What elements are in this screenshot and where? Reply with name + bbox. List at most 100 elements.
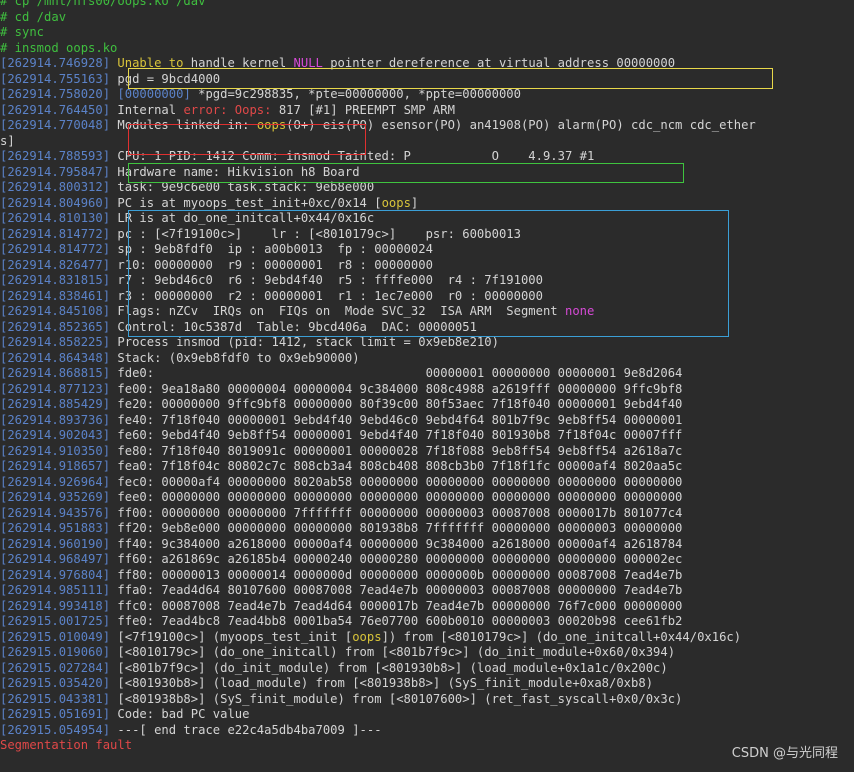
log-text: Hardware name: Hikvision h8 Board: [110, 164, 360, 179]
timestamp: [262914.985111]: [0, 583, 111, 597]
terminal-output[interactable]: # cp /mnt/nfs00/oops.ko /dav # cd /dav # s…: [0, 0, 854, 754]
log-text: error: Oops:: [183, 102, 272, 117]
timestamp: [262914.814772]: [0, 226, 111, 241]
timestamp: [262915.010049]: [0, 629, 111, 644]
log-text: fe40: 7f18f040 00000001 9ebd4f40 9ebd46c…: [110, 412, 683, 427]
terminal-line: [262914.838461] r3 : 00000000 r2 : 00000…: [0, 289, 854, 305]
timestamp: [262914.852365]: [0, 319, 111, 334]
log-text: PC is at myoops_test_init+0xc/0x14 [: [110, 195, 382, 210]
timestamp: [262914.838461]: [0, 288, 111, 303]
timestamp: [262914.893736]: [0, 412, 111, 427]
timestamp: [262914.746928]: [0, 56, 111, 70]
terminal-line: [262915.019060] [<8010179c>] (do_one_ini…: [0, 645, 854, 661]
terminal-line: s]: [0, 134, 854, 150]
timestamp: [262914.960190]: [0, 536, 111, 551]
log-text: # insmod oops.ko: [0, 40, 118, 55]
timestamp: [262914.845108]: [0, 304, 111, 318]
log-text: # sync: [0, 25, 45, 39]
log-text: 817 [#1] PREEMPT SMP ARM: [271, 102, 455, 117]
log-text: handle kernel: [183, 56, 294, 70]
terminal-line: [262914.877123] fe00: 9ea18a80 00000004 …: [0, 382, 854, 398]
terminal-line: [262914.814772] sp : 9eb8fdf0 ip : a00b0…: [0, 242, 854, 258]
terminal-line: [262914.800312] task: 9e9c6e00 task.stac…: [0, 180, 854, 196]
log-text: ffe0: 7ead4bc8 7ead4bb8 0001ba54 76e0770…: [110, 614, 683, 628]
timestamp: [262914.804960]: [0, 195, 111, 210]
timestamp: [262915.054954]: [0, 722, 111, 737]
terminal-line: [262914.764450] Internal error: Oops: 81…: [0, 103, 854, 119]
log-text: LR is at do_one_initcall+0x44/0x16c: [110, 211, 375, 225]
log-text: Unable to: [117, 56, 184, 70]
terminal-line: [262914.918657] fea0: 7f18f04c 80802c7c …: [0, 459, 854, 475]
timestamp: [262915.035420]: [0, 676, 111, 690]
log-text: *pgd=9c298835, *pte=00000000, *ppte=0000…: [190, 87, 521, 101]
log-text: task: 9e9c6e00 task.stack: 9eb8e000: [110, 180, 375, 194]
log-text: ffc0: 00087008 7ead4e7b 7ead4d64 0000017…: [110, 598, 683, 613]
terminal-line: # cd /dav: [0, 10, 854, 26]
log-text: r7 : 9ebd46c0 r6 : 9ebd4f40 r5 : ffffe00…: [110, 273, 543, 287]
terminal-line: [262914.831815] r7 : 9ebd46c0 r6 : 9ebd4…: [0, 273, 854, 289]
log-text: oops: [256, 118, 287, 132]
log-text: Flags: nZCv IRQs on FIQs on Mode SVC_32 …: [110, 304, 565, 318]
timestamp: [262914.788593]: [0, 149, 111, 163]
timestamp: [262914.993418]: [0, 598, 111, 613]
log-text: NULL: [293, 56, 323, 70]
terminal-line: [262914.976804] ff80: 00000013 00000014 …: [0, 568, 854, 584]
timestamp: [262914.764450]: [0, 102, 111, 117]
log-text: fea0: 7f18f04c 80802c7c 808cb3a4 808cb40…: [110, 459, 683, 473]
terminal-line: [262914.910350] fe80: 7f18f040 8019091c …: [0, 444, 854, 460]
terminal-line: Segmentation fault: [0, 738, 854, 754]
timestamp: [262914.885429]: [0, 397, 111, 411]
log-text: ffa0: 7ead4d64 80107600 00087008 7ead4e7…: [110, 583, 683, 597]
log-text: ]: [410, 195, 419, 210]
log-text: CPU: 1 PID: 1412 Comm: insmod Tainted: P…: [110, 149, 595, 163]
timestamp: [262914.943576]: [0, 505, 111, 520]
timestamp: [262914.868815]: [0, 366, 111, 380]
timestamp: [262914.755163]: [0, 71, 111, 86]
log-text: fec0: 00000af4 00000000 8020ab58 0000000…: [110, 474, 683, 489]
timestamp: [262915.043381]: [0, 691, 111, 706]
terminal-line: [262914.951883] ff20: 9eb8e000 00000000 …: [0, 521, 854, 537]
timestamp: [262914.864348]: [0, 350, 111, 365]
timestamp: [262914.926964]: [0, 474, 111, 489]
terminal-line: [262915.027284] [<801b7f9c>] (do_init_mo…: [0, 661, 854, 677]
log-text: s]: [0, 133, 15, 148]
log-text: pgd = 9bcd4000: [110, 71, 221, 86]
log-text: fe80: 7f18f040 8019091c 00000001 0000002…: [110, 443, 683, 458]
watermark: CSDN @与光同程: [731, 746, 838, 761]
timestamp: [262914.858225]: [0, 335, 111, 349]
terminal-line: [262914.788593] CPU: 1 PID: 1412 Comm: i…: [0, 149, 854, 165]
terminal-line: [262914.864348] Stack: (0x9eb8fdf0 to 0x…: [0, 351, 854, 367]
log-text: fe60: 9ebd4f40 9eb8ff54 00000001 9ebd4f4…: [110, 428, 683, 442]
terminal-line: [262914.755163] pgd = 9bcd4000: [0, 72, 854, 88]
timestamp: [262915.027284]: [0, 660, 111, 675]
terminal-line: [262914.804960] PC is at myoops_test_ini…: [0, 196, 854, 212]
log-text: ---[ end trace e22c4a5db4ba7009 ]---: [110, 722, 382, 737]
timestamp: [262915.051691]: [0, 707, 111, 721]
timestamp: [262914.770048]: [0, 118, 111, 132]
log-text: Process insmod (pid: 1412, stack limit =…: [110, 335, 499, 349]
log-text: [<801b7f9c>] (do_init_module) from [<801…: [110, 660, 668, 675]
terminal-line: [262914.852365] Control: 10c5387d Table:…: [0, 320, 854, 336]
timestamp: [262914.826477]: [0, 257, 111, 272]
terminal-line: [262915.043381] [<801938b8>] (SyS_finit_…: [0, 692, 854, 708]
timestamp: [262914.902043]: [0, 428, 111, 442]
terminal-line: [262914.845108] Flags: nZCv IRQs on FIQs…: [0, 304, 854, 320]
timestamp: [262914.795847]: [0, 164, 111, 179]
log-text: pointer dereference at virtual address 0…: [322, 56, 676, 70]
log-text: oops: [381, 195, 411, 210]
log-text: [<8010179c>] (do_one_initcall) from [<80…: [110, 645, 676, 659]
terminal-line: [262914.935269] fee0: 00000000 00000000 …: [0, 490, 854, 506]
terminal-line: [262914.746928] Unable to handle kernel …: [0, 56, 854, 72]
terminal-line: [262914.893736] fe40: 7f18f040 00000001 …: [0, 413, 854, 429]
log-text: fe00: 9ea18a80 00000004 00000004 9c38400…: [110, 381, 683, 396]
log-text: [<801930b8>] (load_module) from [<801938…: [110, 676, 654, 690]
terminal-line: [262914.795847] Hardware name: Hikvision…: [0, 165, 854, 181]
timestamp: [262914.935269]: [0, 490, 111, 504]
log-text: [<7f19100c>] (myoops_test_init [: [110, 629, 353, 644]
timestamp: [262914.951883]: [0, 521, 111, 535]
terminal-line: # cp /mnt/nfs00/oops.ko /dav: [0, 0, 854, 10]
log-text: # cp /mnt/nfs00/oops.ko /dav: [0, 0, 206, 8]
terminal-line: [262914.960190] ff40: 9c384000 a2618000 …: [0, 537, 854, 553]
terminal-line: [262915.054954] ---[ end trace e22c4a5db…: [0, 723, 854, 739]
log-text: [00000000]: [117, 87, 191, 101]
